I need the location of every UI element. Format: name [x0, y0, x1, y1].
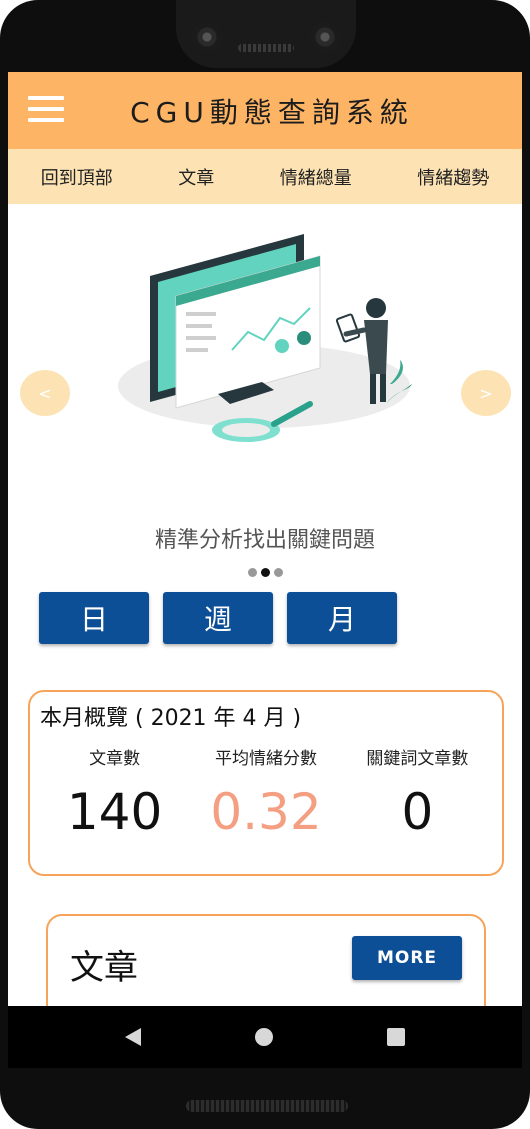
articles-card: 文章 MORE	[46, 914, 486, 1006]
stat-value: 0.32	[210, 783, 322, 841]
stat-label: 文章數	[89, 749, 141, 769]
analytics-illustration	[118, 234, 412, 442]
front-camera-right	[310, 22, 340, 52]
home-circle-icon[interactable]	[255, 1028, 273, 1046]
nav-item-sentiment-total[interactable]: 情緒總量	[280, 164, 352, 190]
carousel-dot[interactable]	[260, 568, 270, 577]
top-nav: 回到頂部 文章 情緒總量 情緒趨勢	[8, 149, 522, 204]
front-camera-left	[192, 22, 222, 52]
articles-more-button[interactable]: MORE	[352, 936, 462, 980]
stat-value: 0	[401, 783, 434, 841]
range-month-button[interactable]: 月	[287, 592, 397, 644]
stat-value: 140	[66, 783, 163, 841]
carousel-dot[interactable]	[247, 568, 257, 577]
stat-label: 關鍵詞文章數	[366, 749, 469, 769]
recent-apps-square-icon[interactable]	[387, 1028, 405, 1046]
nav-item-sentiment-trend[interactable]: 情緒趨勢	[417, 164, 489, 190]
range-selector: 日 週 月	[8, 592, 522, 644]
nav-item-articles[interactable]: 文章	[178, 164, 214, 190]
stat-article-count: 文章數 140	[40, 744, 189, 841]
hero-carousel: < > 精準分析找出關鍵問題	[8, 204, 522, 596]
phone-notch	[176, 0, 356, 68]
carousel-next-button[interactable]: >	[461, 370, 511, 416]
nav-item-back-to-top[interactable]: 回到頂部	[41, 164, 113, 190]
carousel-indicator[interactable]	[8, 568, 522, 577]
stat-label: 平均情緒分數	[215, 749, 317, 769]
stat-average-sentiment: 平均情緒分數 0.32	[191, 744, 340, 841]
range-day-button[interactable]: 日	[39, 592, 149, 644]
overview-title: 本月概覽 ( 2021 年 4 月 )	[40, 706, 302, 731]
system-nav-bar	[8, 1006, 522, 1068]
monthly-overview-card: 本月概覽 ( 2021 年 4 月 ) 文章數 140 平均情緒分數 0.32 …	[28, 690, 504, 876]
carousel-prev-button[interactable]: <	[20, 370, 70, 416]
carousel-dot[interactable]	[273, 568, 283, 577]
phone-frame: CGU動態查詢系統 回到頂部 文章 情緒總量 情緒趨勢 < > 精準分析找出關鍵…	[0, 0, 530, 1129]
carousel-caption: 精準分析找出關鍵問題	[154, 528, 375, 553]
back-triangle-icon[interactable]	[125, 1028, 141, 1046]
app-bar: CGU動態查詢系統	[8, 72, 522, 149]
bottom-speaker-grille	[186, 1100, 348, 1112]
articles-title: 文章	[70, 948, 138, 988]
earpiece-grille	[238, 44, 294, 52]
range-week-button[interactable]: 週	[163, 592, 273, 644]
hamburger-menu-icon[interactable]	[28, 96, 64, 124]
overview-stats: 文章數 140 平均情緒分數 0.32 關鍵詞文章數 0	[40, 744, 492, 841]
stat-keyword-articles: 關鍵詞文章數 0	[343, 744, 492, 841]
app-title: CGU動態查詢系統	[130, 95, 414, 129]
app-screen: CGU動態查詢系統 回到頂部 文章 情緒總量 情緒趨勢 < > 精準分析找出關鍵…	[8, 72, 522, 1006]
